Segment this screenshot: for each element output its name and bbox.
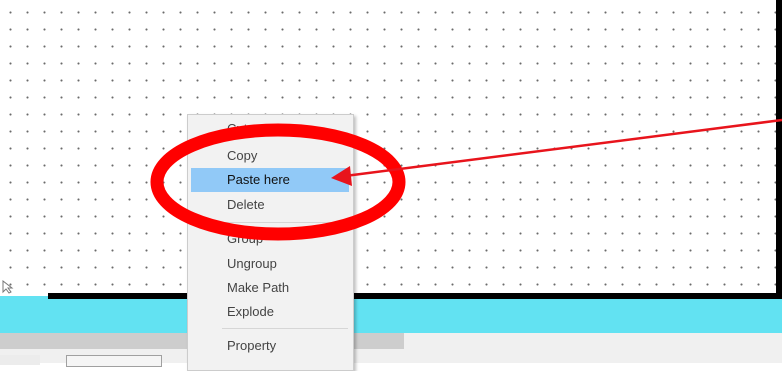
canvas-border-right bbox=[776, 0, 782, 296]
drawing-canvas[interactable] bbox=[0, 0, 776, 296]
canvas-bottom-bar bbox=[0, 299, 782, 333]
menu-item-paste-here[interactable]: Paste here bbox=[191, 168, 349, 192]
menu-separator bbox=[222, 222, 348, 223]
status-field bbox=[66, 355, 162, 367]
mouse-pointer-icon bbox=[2, 280, 14, 294]
menu-item-group[interactable]: Group bbox=[191, 227, 349, 251]
menu-item-explode[interactable]: Explode bbox=[191, 300, 349, 324]
status-field-left bbox=[0, 355, 40, 365]
menu-item-ungroup[interactable]: Ungroup bbox=[191, 252, 349, 276]
menu-item-cut[interactable]: Cut bbox=[191, 117, 349, 141]
menu-item-property[interactable]: Property bbox=[191, 334, 349, 358]
menu-item-delete[interactable]: Delete bbox=[191, 193, 349, 217]
menu-separator bbox=[222, 328, 348, 329]
menu-item-copy[interactable]: Copy bbox=[191, 144, 349, 168]
context-menu: Cut Copy Paste here Delete Group Ungroup… bbox=[187, 114, 354, 371]
menu-item-make-path[interactable]: Make Path bbox=[191, 276, 349, 300]
